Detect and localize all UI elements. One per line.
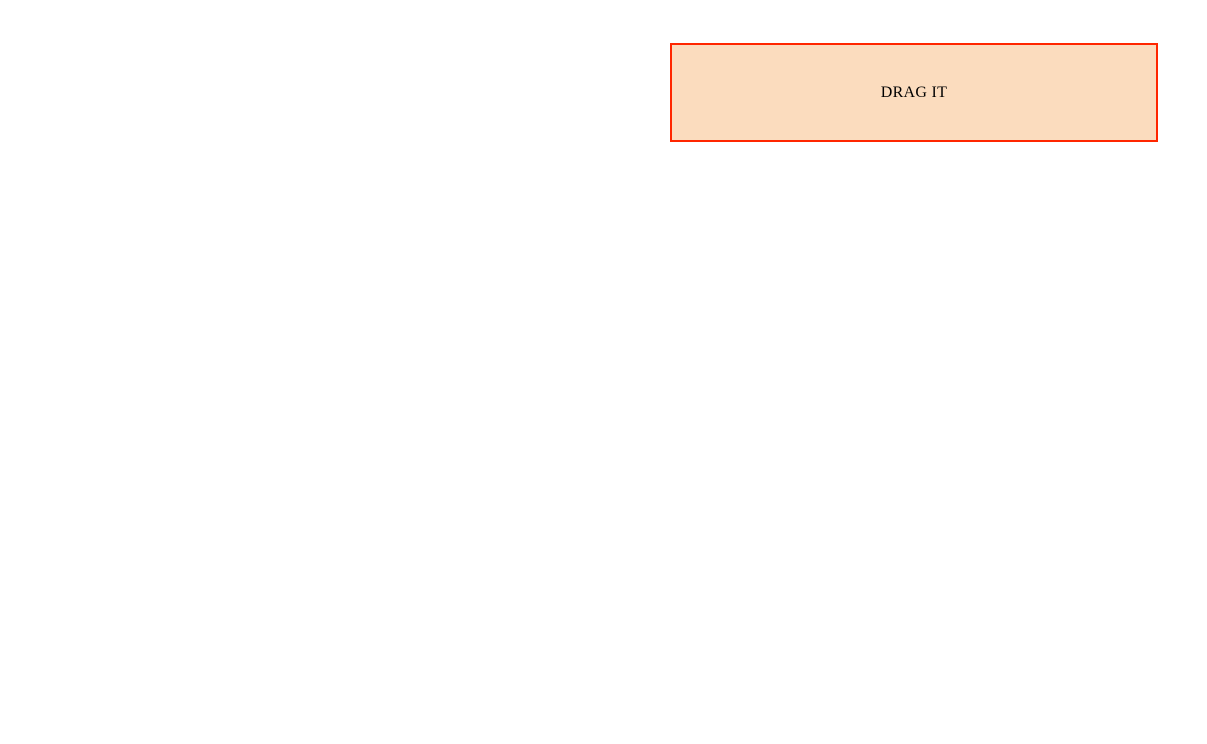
drag-it-label: DRAG IT [881,84,948,102]
drag-it-box[interactable]: DRAG IT [670,43,1158,142]
